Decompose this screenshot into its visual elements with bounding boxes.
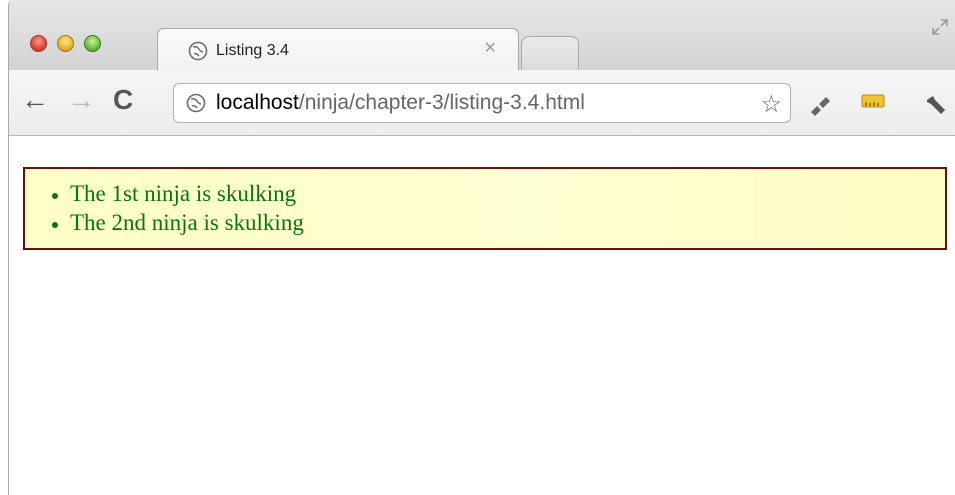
list-item: The 2nd ninja is skulking bbox=[70, 208, 945, 237]
close-window-button[interactable] bbox=[30, 35, 47, 52]
globe-icon bbox=[188, 41, 208, 61]
zoom-window-button[interactable] bbox=[84, 35, 101, 52]
tab-content: Listing 3.4 bbox=[176, 41, 289, 61]
list-item: The 1st ninja is skulking bbox=[70, 179, 945, 208]
browser-toolbar: ← → C localhost/ninja/chapter-3/listing-… bbox=[9, 70, 955, 136]
page-content: The 1st ninja is skulking The 2nd ninja … bbox=[9, 136, 955, 495]
extension-icon[interactable] bbox=[807, 92, 833, 118]
site-info-globe-icon[interactable] bbox=[186, 93, 206, 113]
title-bar: Listing 3.4 × bbox=[9, 0, 955, 73]
ninja-list-box: The 1st ninja is skulking The 2nd ninja … bbox=[23, 167, 947, 250]
browser-window: Listing 3.4 × ← → C localhost/ninja/chap… bbox=[8, 0, 955, 495]
close-tab-icon[interactable]: × bbox=[484, 37, 496, 60]
minimize-window-button[interactable] bbox=[57, 35, 74, 52]
new-tab-button[interactable] bbox=[521, 36, 579, 69]
url-path: /ninja/chapter-3/listing-3.4.html bbox=[298, 91, 585, 114]
browser-tab[interactable]: Listing 3.4 × bbox=[157, 28, 519, 73]
navigation-buttons: ← → C bbox=[21, 80, 133, 120]
window-controls bbox=[30, 35, 101, 52]
url-text: localhost/ninja/chapter-3/listing-3.4.ht… bbox=[216, 91, 585, 115]
fullscreen-icon[interactable] bbox=[931, 18, 949, 36]
url-host: localhost bbox=[216, 91, 299, 114]
ninja-list: The 1st ninja is skulking The 2nd ninja … bbox=[25, 169, 945, 237]
tab-title: Listing 3.4 bbox=[216, 42, 289, 59]
forward-button[interactable]: → bbox=[67, 80, 95, 120]
bookmark-star-icon[interactable]: ☆ bbox=[760, 90, 782, 119]
reload-button[interactable]: C bbox=[113, 80, 133, 120]
wrench-icon[interactable] bbox=[923, 92, 949, 118]
back-button[interactable]: ← bbox=[21, 80, 49, 120]
address-bar[interactable]: localhost/ninja/chapter-3/listing-3.4.ht… bbox=[173, 83, 791, 123]
ruler-extension-icon[interactable] bbox=[861, 92, 885, 110]
